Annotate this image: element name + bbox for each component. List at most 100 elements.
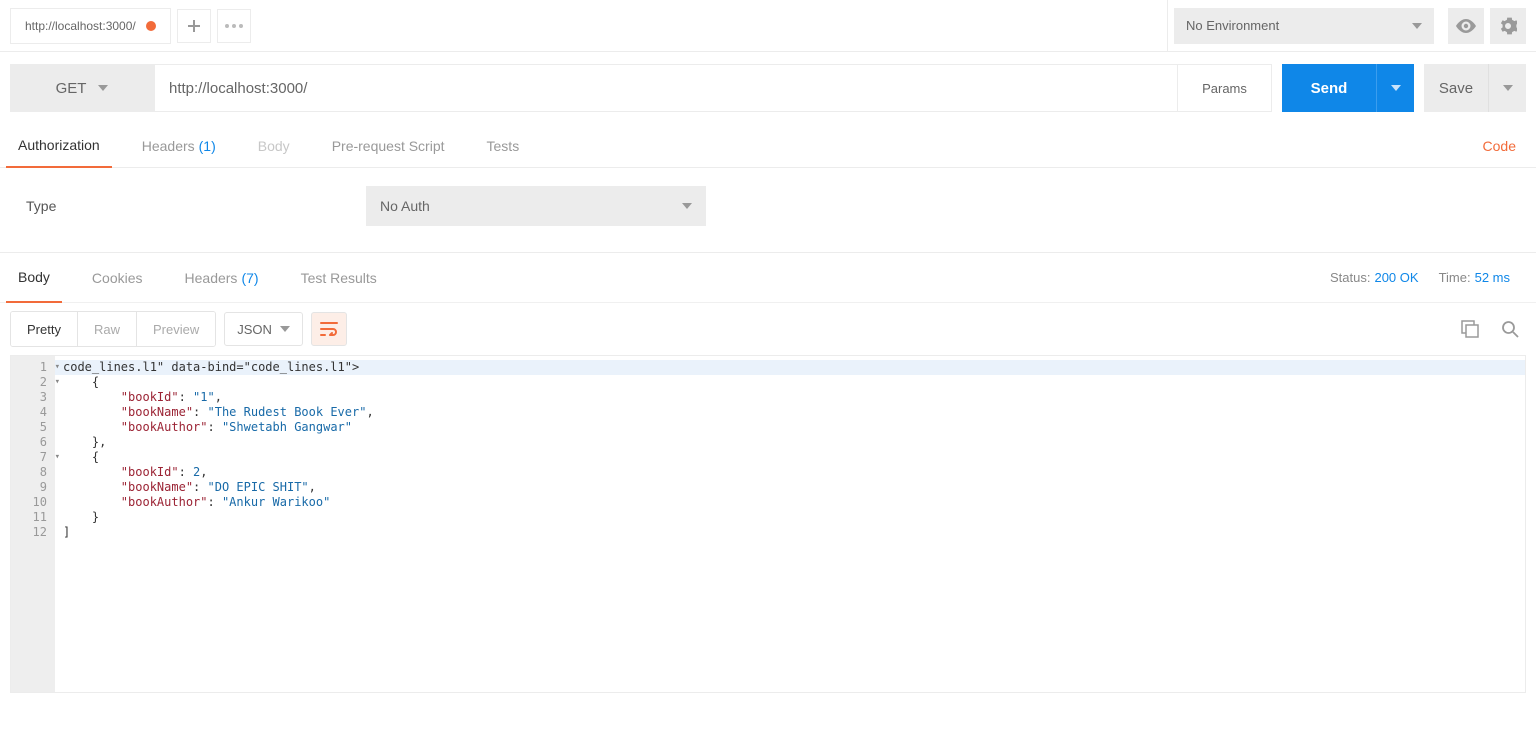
search-response-button[interactable]: [1494, 313, 1526, 345]
tab-label: Pre-request Script: [332, 138, 445, 154]
code-content[interactable]: code_lines.l1" data-bind="code_lines.l1"…: [55, 356, 1525, 692]
tab-label: Body: [258, 138, 290, 154]
chevron-down-icon: [1391, 85, 1401, 91]
json-string: "DO EPIC SHIT": [208, 480, 309, 494]
status-value: 200 OK: [1374, 270, 1418, 285]
json-key: "bookName": [121, 405, 193, 419]
tab-tests[interactable]: Tests: [475, 124, 532, 168]
count-badge: (7): [241, 270, 258, 286]
params-label: Params: [1202, 81, 1247, 96]
format-select[interactable]: JSON: [224, 312, 303, 346]
tab-body[interactable]: Body: [246, 124, 302, 168]
resp-tab-body[interactable]: Body: [6, 253, 62, 303]
save-label: Save: [1439, 80, 1473, 97]
request-tabs: Authorization Headers(1) Body Pre-reques…: [0, 124, 1536, 168]
copy-icon: [1461, 320, 1479, 338]
copy-response-button[interactable]: [1454, 313, 1486, 345]
view-mode-segment: Pretty Raw Preview: [10, 311, 216, 347]
wrap-lines-button[interactable]: [311, 312, 347, 346]
request-row: GET Params Send Save: [0, 52, 1536, 124]
tab-headers[interactable]: Headers(1): [130, 124, 228, 168]
json-key: "bookId": [121, 390, 179, 404]
format-label: JSON: [237, 322, 272, 337]
code-line: ]: [63, 525, 70, 539]
method-label: GET: [56, 80, 87, 97]
method-select[interactable]: GET: [10, 64, 154, 112]
line-number: 8: [11, 465, 51, 480]
line-number[interactable]: 1: [11, 360, 51, 375]
json-key: "bookId": [121, 465, 179, 479]
environment-quicklook-button[interactable]: [1448, 8, 1484, 44]
chevron-down-icon: [1412, 23, 1422, 29]
resp-tab-cookies[interactable]: Cookies: [80, 253, 155, 303]
auth-selected: No Auth: [380, 198, 430, 214]
eye-icon: [1456, 19, 1476, 33]
line-number: 4: [11, 405, 51, 420]
code-link[interactable]: Code: [1469, 138, 1530, 154]
json-string: "The Rudest Book Ever": [208, 405, 367, 419]
code-line: {: [63, 450, 99, 464]
json-number: 2: [193, 465, 200, 479]
body-toolbar: Pretty Raw Preview JSON: [0, 303, 1536, 355]
chevron-down-icon: [280, 326, 290, 332]
send-button[interactable]: Send: [1282, 64, 1376, 112]
tab-label: Test Results: [301, 270, 377, 286]
time-label: Time:: [1439, 270, 1471, 285]
resp-tab-headers[interactable]: Headers(7): [173, 253, 271, 303]
save-button[interactable]: Save: [1424, 64, 1488, 112]
label: Pretty: [27, 322, 61, 337]
resp-tab-testresults[interactable]: Test Results: [289, 253, 389, 303]
response-tabs: Body Cookies Headers(7) Test Results Sta…: [0, 253, 1536, 303]
tab-options-button[interactable]: [217, 9, 251, 43]
view-pretty[interactable]: Pretty: [11, 312, 77, 346]
line-number: 11: [11, 510, 51, 525]
line-number: 9: [11, 480, 51, 495]
wrap-icon: [320, 322, 338, 336]
code-line: }: [63, 510, 99, 524]
line-number[interactable]: 2: [11, 375, 51, 390]
new-tab-button[interactable]: [177, 9, 211, 43]
request-tab[interactable]: http://localhost:3000/: [10, 8, 171, 44]
line-number: 3: [11, 390, 51, 405]
tab-label: Cookies: [92, 270, 143, 286]
auth-type-select[interactable]: No Auth: [366, 186, 706, 226]
chevron-down-icon: [98, 85, 108, 91]
view-preview[interactable]: Preview: [136, 312, 215, 346]
json-string: "Shwetabh Gangwar": [222, 420, 352, 434]
line-number: 12: [11, 525, 51, 540]
unsaved-dot-icon: [146, 21, 156, 31]
json-key: "bookAuthor": [121, 420, 208, 434]
tab-label: Authorization: [18, 137, 100, 153]
send-label: Send: [1311, 80, 1348, 97]
code-line: {: [63, 375, 99, 389]
line-number[interactable]: 7: [11, 450, 51, 465]
environment-select[interactable]: No Environment: [1174, 8, 1434, 44]
line-number: 10: [11, 495, 51, 510]
tab-label: Body: [18, 269, 50, 285]
params-button[interactable]: Params: [1178, 64, 1272, 112]
line-number: 6: [11, 435, 51, 450]
auth-type-label: Type: [26, 198, 366, 214]
label: Preview: [153, 322, 199, 337]
url-input[interactable]: [154, 64, 1178, 112]
status-label: Status:: [1330, 270, 1370, 285]
send-dropdown[interactable]: [1376, 64, 1414, 112]
request-tab-title: http://localhost:3000/: [25, 19, 136, 33]
tab-authorization[interactable]: Authorization: [6, 124, 112, 168]
count-badge: (1): [199, 138, 216, 154]
time-block: Time: 52 ms: [1439, 270, 1510, 285]
time-value: 52 ms: [1475, 270, 1510, 285]
dots-icon: [225, 24, 243, 28]
save-dropdown[interactable]: [1488, 64, 1526, 112]
line-number: 5: [11, 420, 51, 435]
tab-prerequest[interactable]: Pre-request Script: [320, 124, 457, 168]
code-line: },: [63, 435, 106, 449]
view-raw[interactable]: Raw: [77, 312, 136, 346]
settings-button[interactable]: [1490, 8, 1526, 44]
label: Raw: [94, 322, 120, 337]
json-string: "1": [193, 390, 215, 404]
code-link-label: Code: [1483, 138, 1516, 154]
plus-icon: [188, 20, 200, 32]
line-number-gutter: 1 2 3 4 5 6 7 8 9 10 11 12: [11, 356, 55, 692]
json-key: "bookName": [121, 480, 193, 494]
